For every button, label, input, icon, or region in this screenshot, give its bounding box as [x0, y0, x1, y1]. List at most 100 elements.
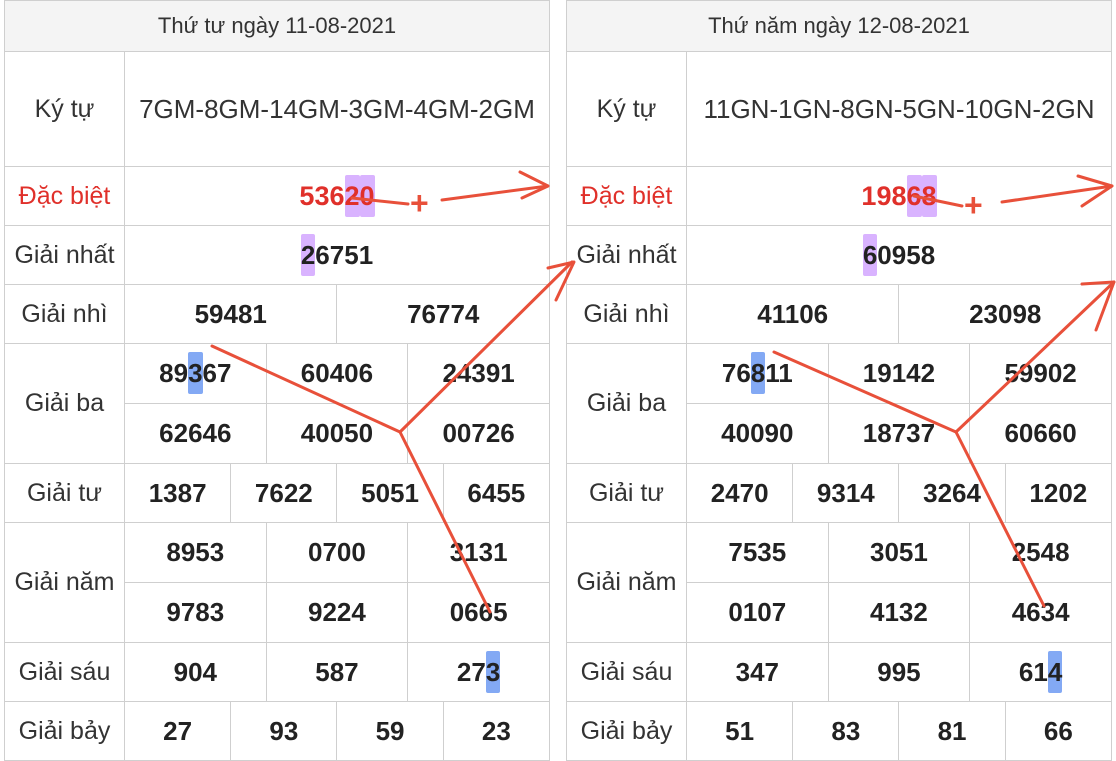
- prize-giai-tu: 3264: [898, 463, 1006, 523]
- table-title: Thứ năm ngày 12-08-2021: [566, 0, 1112, 52]
- label-kytu: Ký tự: [566, 51, 687, 167]
- digit: 6: [736, 358, 751, 388]
- digit: 9: [876, 180, 892, 211]
- prize-giai-nam: 2548: [969, 522, 1112, 583]
- label-giai-nam: Giải năm: [4, 522, 125, 643]
- prize-dac-biet: 53620: [124, 166, 550, 226]
- label-giai-ba: Giải ba: [566, 343, 687, 464]
- prize-giai-nam: 4132: [827, 582, 971, 643]
- prize-giai-tu: 1387: [123, 463, 232, 523]
- digit: 0: [877, 239, 892, 270]
- digit: 8: [750, 352, 766, 394]
- digit: 1: [861, 180, 877, 211]
- prize-giai-nam: 9783: [124, 582, 267, 643]
- prize-giai-nhat-value: 60958: [862, 233, 936, 276]
- prize-dac-biet: 19868: [686, 166, 1112, 226]
- prize-giai-sau: 614: [969, 642, 1112, 702]
- digit: 7: [471, 656, 486, 687]
- prize-giai-ba: 40050: [265, 403, 409, 464]
- prize-giai-nam: 7535: [686, 522, 829, 583]
- digit: 7: [721, 358, 737, 388]
- digit: 1: [1033, 656, 1048, 687]
- prize-giai-ba: 18737: [827, 403, 971, 464]
- label-kytu: Ký tự: [4, 51, 125, 167]
- digit: 7: [217, 358, 232, 388]
- prize-giai-ba-value: 89367: [159, 352, 231, 394]
- label-dac-biet: Đặc biệt: [4, 166, 125, 226]
- prize-giai-nhi: 41106: [685, 284, 900, 344]
- prize-giai-ba: 19142: [827, 343, 971, 404]
- digit: 1: [765, 358, 779, 388]
- prize-giai-sau: 347: [686, 642, 829, 702]
- prize-giai-ba: 24391: [407, 343, 550, 404]
- prize-giai-nhi: 59481: [123, 284, 338, 344]
- digit: 9: [891, 239, 907, 270]
- digit: 6: [315, 239, 330, 270]
- digit: 8: [921, 174, 937, 217]
- prize-giai-tu: 7622: [230, 463, 338, 523]
- prize-giai-sau: 587: [265, 642, 409, 702]
- prize-giai-nam: 3131: [407, 522, 550, 583]
- prize-giai-sau-value: 614: [1018, 650, 1063, 693]
- label-giai-bay: Giải bảy: [566, 701, 687, 761]
- digit: 5: [344, 239, 359, 270]
- digit: 3: [188, 352, 203, 394]
- prize-giai-tu: 2470: [685, 463, 794, 523]
- digit: 3: [485, 650, 501, 693]
- result-table-left: Thứ tư ngày 11-08-2021 Ký tự 7GM-8GM-14G…: [4, 0, 551, 761]
- digit: 1: [358, 239, 374, 270]
- label-giai-nhat: Giải nhất: [566, 225, 687, 285]
- digit: 5: [906, 239, 921, 270]
- label-dac-biet: Đặc biệt: [566, 166, 687, 226]
- result-table-right: Thứ năm ngày 12-08-2021 Ký tự 11GN-1GN-8…: [566, 0, 1113, 761]
- prize-giai-nhi: 76774: [336, 284, 550, 344]
- digit: 6: [862, 233, 878, 276]
- digit: 6: [1018, 656, 1034, 687]
- prize-giai-bay: 81: [898, 701, 1006, 761]
- prize-giai-sau: 273: [407, 642, 550, 702]
- prize-giai-tu: 9314: [792, 463, 900, 523]
- digit: 8: [159, 358, 174, 388]
- prize-giai-sau: 904: [124, 642, 267, 702]
- prize-giai-nam: 9224: [265, 582, 409, 643]
- label-giai-sau: Giải sáu: [4, 642, 125, 702]
- prize-giai-ba: 76811: [686, 343, 829, 404]
- prize-giai-bay: 66: [1004, 701, 1113, 761]
- prize-giai-tu: 1202: [1004, 463, 1113, 523]
- prize-giai-nam: 3051: [827, 522, 971, 583]
- digit: 2: [456, 656, 472, 687]
- digit: 8: [891, 180, 907, 211]
- kytu-value: 11GN-1GN-8GN-5GN-10GN-2GN: [686, 51, 1112, 167]
- label-giai-nhi: Giải nhì: [566, 284, 687, 344]
- prize-giai-nhi: 23098: [898, 284, 1112, 344]
- digit: 9: [173, 358, 189, 388]
- prize-giai-nhat: 60958: [686, 225, 1112, 285]
- label-giai-bay: Giải bảy: [4, 701, 125, 761]
- prize-giai-ba: 60406: [265, 343, 409, 404]
- label-giai-ba: Giải ba: [4, 343, 125, 464]
- lottery-table: Thứ tư ngày 11-08-2021 Ký tự 7GM-8GM-14G…: [4, 0, 551, 761]
- prize-giai-sau-value: 273: [456, 650, 501, 693]
- prize-giai-bay: 51: [685, 701, 794, 761]
- prize-giai-nam: 0665: [407, 582, 550, 643]
- digit: 8: [920, 239, 936, 270]
- prize-giai-nhat: 26751: [124, 225, 550, 285]
- digit: 1: [778, 358, 793, 388]
- label-giai-nhat: Giải nhất: [4, 225, 125, 285]
- label-giai-sau: Giải sáu: [566, 642, 687, 702]
- prize-giai-bay: 27: [123, 701, 232, 761]
- prize-giai-ba: 89367: [124, 343, 267, 404]
- prize-giai-tu: 6455: [442, 463, 551, 523]
- digit: 2: [300, 233, 316, 276]
- prize-giai-bay: 93: [230, 701, 338, 761]
- prize-giai-ba: 62646: [124, 403, 267, 464]
- prize-giai-nam: 0700: [265, 522, 409, 583]
- digit: 4: [1047, 650, 1063, 693]
- prize-giai-nam: 4634: [969, 582, 1112, 643]
- label-giai-tu: Giải tư: [566, 463, 687, 523]
- digit: 5: [299, 180, 315, 211]
- prize-giai-bay: 59: [336, 701, 444, 761]
- prize-giai-ba-value: 76811: [722, 352, 793, 394]
- digit: 7: [329, 239, 345, 270]
- prize-dac-biet-value: 53620: [299, 174, 375, 217]
